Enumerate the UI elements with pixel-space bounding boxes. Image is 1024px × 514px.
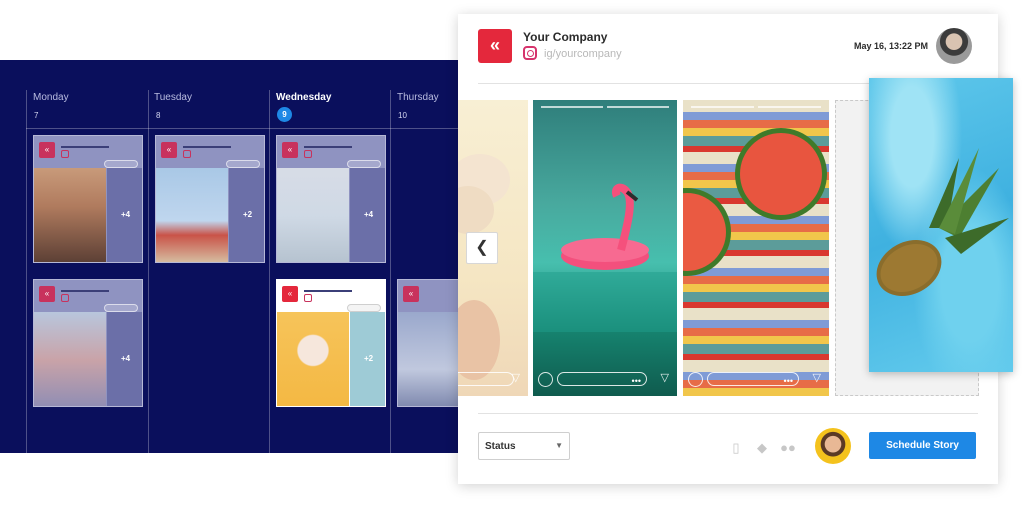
row-divider <box>26 128 470 129</box>
card-header: « <box>277 280 385 312</box>
reply-field <box>458 372 514 386</box>
tag-icon[interactable]: ◆ <box>754 440 770 456</box>
post-thumbnail <box>277 168 349 262</box>
post-card[interactable]: « +4 <box>33 135 143 263</box>
day-name-wednesday: Wednesday <box>276 92 332 103</box>
brand-logo-icon: « <box>282 286 298 302</box>
day-number: 8 <box>156 111 161 120</box>
more-media: +2 <box>350 312 385 406</box>
more-options-icon: ••• <box>631 376 641 386</box>
more-media: +4 <box>350 168 385 262</box>
card-title-placeholder <box>183 146 231 148</box>
instagram-icon <box>523 46 537 60</box>
column-divider <box>269 90 270 453</box>
post-card[interactable]: « +2 <box>155 135 265 263</box>
clipboard-icon[interactable]: ▯ <box>728 440 744 456</box>
instagram-icon <box>183 150 191 158</box>
people-icon[interactable]: ●● <box>780 440 796 456</box>
send-icon: ▽ <box>812 372 821 384</box>
more-count: +2 <box>242 210 253 219</box>
brand-logo-icon: « <box>39 142 55 158</box>
instagram-icon <box>61 150 69 158</box>
camera-icon <box>538 372 553 387</box>
pineapple-image <box>876 148 1009 296</box>
post-thumbnail <box>156 168 228 262</box>
instagram-icon <box>304 294 312 302</box>
user-avatar[interactable] <box>936 28 972 64</box>
day-number: 10 <box>398 111 407 120</box>
day-number-today: 9 <box>277 107 292 122</box>
brand-logo-icon: « <box>282 142 298 158</box>
more-media: +2 <box>229 168 264 262</box>
instagram-icon <box>304 150 312 158</box>
brand-logo-icon: « <box>161 142 177 158</box>
status-pill <box>226 160 260 168</box>
column-divider <box>26 90 27 453</box>
schedule-story-button[interactable]: Schedule Story <box>869 432 976 459</box>
status-pill <box>104 160 138 168</box>
story-frame-flamingo[interactable]: ••• ▽ <box>533 100 677 396</box>
status-select[interactable]: Status ▼ <box>478 432 570 460</box>
more-count: +4 <box>120 210 131 219</box>
brand-logo-icon: « <box>403 286 419 302</box>
column-divider <box>390 90 391 453</box>
chevrons-left-logo: « <box>478 29 512 63</box>
card-title-placeholder <box>304 146 352 148</box>
assignee-avatar[interactable] <box>815 428 851 464</box>
status-pill <box>347 304 381 312</box>
day-number: 7 <box>34 111 39 120</box>
more-count: +4 <box>120 354 131 363</box>
card-header: « <box>277 136 385 168</box>
company-name: Your Company <box>523 30 608 44</box>
card-title-placeholder <box>61 290 109 292</box>
status-label: Status <box>485 441 516 452</box>
chevron-left-icon[interactable]: ❮ <box>466 232 498 264</box>
send-icon: ▽ <box>660 372 669 384</box>
story-frame-watermelon[interactable]: ••• ▽ <box>683 100 829 396</box>
post-card-selected[interactable]: « +2 <box>276 279 386 407</box>
day-name-thursday: Thursday <box>397 92 439 103</box>
dragged-story-image[interactable] <box>869 78 1013 372</box>
watermelon-image <box>683 128 827 276</box>
post-card[interactable]: « +4 <box>33 279 143 407</box>
more-count: +2 <box>363 354 374 363</box>
camera-icon <box>688 372 703 387</box>
more-count: +4 <box>363 210 374 219</box>
card-header: « <box>34 280 142 312</box>
chevron-down-icon: ▼ <box>555 441 563 450</box>
account-handle: ig/yourcompany <box>544 48 622 60</box>
more-media: +4 <box>107 312 142 406</box>
column-divider <box>148 90 149 453</box>
status-pill <box>347 160 381 168</box>
more-media: +4 <box>107 168 142 262</box>
card-header: « <box>34 136 142 168</box>
post-thumbnail <box>34 168 106 262</box>
day-name-tuesday: Tuesday <box>154 92 192 103</box>
status-pill <box>104 304 138 312</box>
instagram-icon <box>61 294 69 302</box>
send-icon: ▽ <box>511 372 520 384</box>
post-thumbnail <box>34 312 106 406</box>
card-header: « <box>156 136 264 168</box>
content-calendar: Monday 7 Tuesday 8 Wednesday 9 Thursday … <box>0 60 470 453</box>
scheduled-datetime[interactable]: May 16, 13:22 PM <box>854 41 928 51</box>
card-title-placeholder <box>304 290 352 292</box>
card-title-placeholder <box>61 146 109 148</box>
day-name-monday: Monday <box>33 92 69 103</box>
more-options-icon: ••• <box>783 376 793 386</box>
flamingo-image <box>533 183 677 332</box>
post-card[interactable]: « +4 <box>276 135 386 263</box>
divider <box>478 413 978 414</box>
post-thumbnail <box>277 312 349 406</box>
brand-logo-icon: « <box>39 286 55 302</box>
